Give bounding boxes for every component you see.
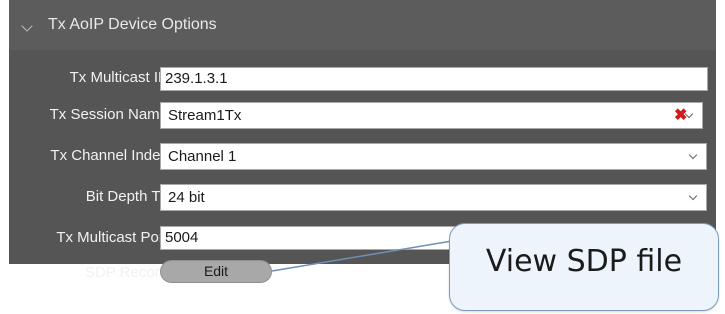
section-title: Tx AoIP Device Options [48,16,217,33]
channel-index-value: Channel 1 [168,148,237,165]
bit-depth-label: Bit Depth Tx [85,188,168,205]
channel-index-select[interactable]: Channel 1 [160,143,707,170]
callout-text: View SDP file [485,244,683,279]
dropdown-caret-icon[interactable] [688,191,698,201]
section-header[interactable]: Tx AoIP Device Options [9,0,716,50]
session-name-label: Tx Session Name [49,106,168,123]
callout-bubble: View SDP file [449,223,719,311]
session-name-value: Stream1Tx [168,107,242,124]
bit-depth-value: 24 bit [168,189,205,206]
edit-sdp-button[interactable]: Edit [160,260,272,283]
channel-index-label: Tx Channel Index [50,147,168,164]
multicast-ip-label: Tx Multicast IP [69,69,168,86]
multicast-port-label: Tx Multicast Port [56,229,168,246]
dropdown-caret-icon[interactable] [688,150,698,160]
multicast-ip-input[interactable]: 239.1.3.1 [160,67,708,91]
chevron-down-icon[interactable] [21,20,33,32]
session-name-select[interactable]: Stream1Tx [160,102,703,129]
delete-icon[interactable]: ✖ [674,108,687,124]
sdp-record-label: SDP Record [84,264,168,281]
bit-depth-select[interactable]: 24 bit [160,184,707,211]
